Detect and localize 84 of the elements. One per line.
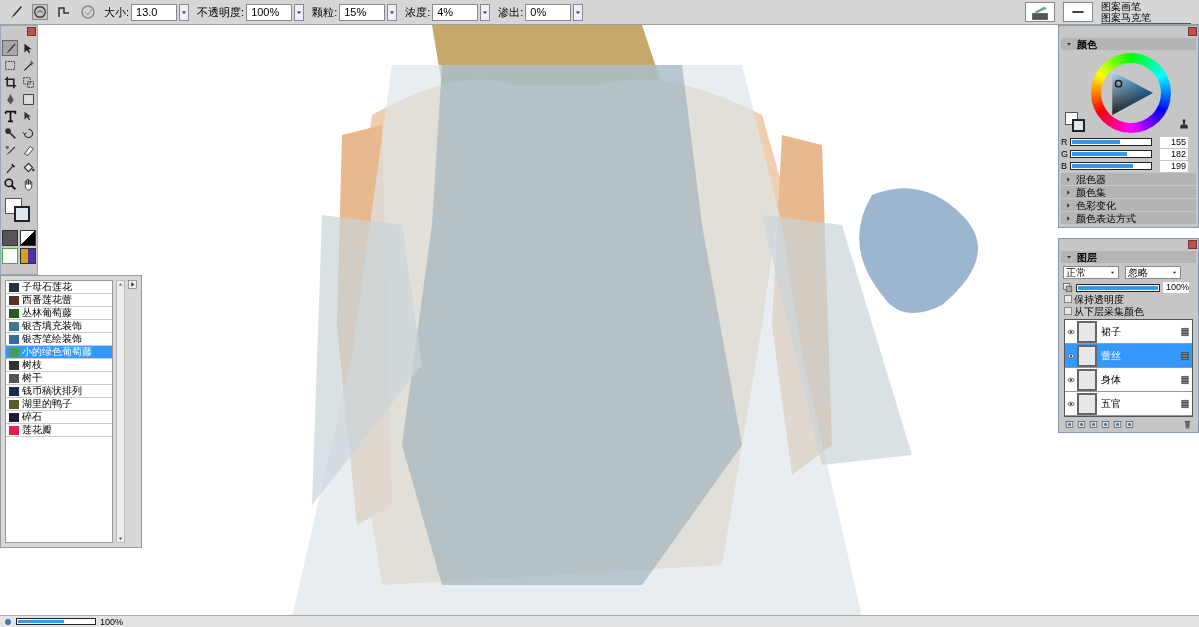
- layer-stack-icon[interactable]: [1180, 398, 1190, 409]
- layer-thumbnail: [1077, 344, 1097, 367]
- layer-stack-icon[interactable]: [1180, 326, 1190, 337]
- eye-icon[interactable]: [1067, 351, 1075, 360]
- checkbox[interactable]: [1064, 307, 1072, 315]
- color-slider[interactable]: [1070, 150, 1152, 158]
- brush-list-item[interactable]: 湖里的鸭子: [6, 398, 112, 411]
- layer-stack-icon[interactable]: [1180, 374, 1190, 385]
- field-label: 颗粒:: [312, 4, 338, 20]
- color-slider[interactable]: [1070, 162, 1152, 170]
- magnifier-icon[interactable]: [2, 176, 18, 192]
- brush-list-item[interactable]: 丛林葡萄藤: [6, 307, 112, 320]
- value-field[interactable]: 4%: [432, 3, 479, 21]
- brush-list-item[interactable]: 莲花瓣: [6, 424, 112, 437]
- crop-icon[interactable]: [2, 74, 18, 90]
- field-label: 大小:: [104, 4, 130, 20]
- gradient-icon[interactable]: [20, 230, 36, 246]
- brush-icon[interactable]: [2, 40, 18, 56]
- brush-list-item[interactable]: 钱币稿状排列: [6, 385, 112, 398]
- brush-list-item[interactable]: 树干: [6, 372, 112, 385]
- brush-list-item[interactable]: 树枝: [6, 359, 112, 372]
- collapsed-section[interactable]: 颜色集: [1061, 186, 1196, 198]
- zoom-slider[interactable]: [16, 618, 96, 625]
- layer-opacity-icon[interactable]: [1063, 282, 1073, 293]
- brush-category-icon[interactable]: [1025, 2, 1055, 22]
- field-label: 不透明度:: [197, 4, 245, 20]
- brush-list-item[interactable]: 银杏填充装饰: [6, 320, 112, 333]
- opacity-value: 100%: [1163, 282, 1189, 293]
- layer-row[interactable]: 身体: [1065, 368, 1192, 392]
- scrollbar[interactable]: [116, 280, 125, 543]
- channel-value: 199: [1160, 160, 1188, 172]
- checkbox[interactable]: [1064, 295, 1072, 303]
- channel-label: R: [1061, 137, 1068, 147]
- channel-label: G: [1061, 149, 1068, 159]
- scroll-down-icon[interactable]: [117, 535, 124, 542]
- checkbox-label: 保持透明度: [1074, 293, 1124, 305]
- eye-icon[interactable]: [1067, 327, 1075, 336]
- zoom-value: 100%: [100, 616, 124, 627]
- zoom-globe-icon[interactable]: [4, 617, 12, 626]
- dropdown[interactable]: 忽略: [1125, 266, 1181, 279]
- collapse-arrow-icon[interactable]: [1065, 253, 1073, 261]
- dropdown-arrow-icon[interactable]: [1171, 269, 1178, 276]
- color-swatches-icon[interactable]: [1065, 112, 1087, 134]
- trash-icon[interactable]: [1183, 420, 1192, 429]
- eye-icon[interactable]: [1067, 399, 1075, 408]
- stamp-icon[interactable]: [1178, 118, 1190, 130]
- value-field[interactable]: 100%: [246, 3, 293, 21]
- layer-thumbnail: [1077, 392, 1097, 415]
- color-slider[interactable]: [1070, 138, 1152, 146]
- layer-thumbnail: [1077, 368, 1097, 391]
- field-label: 渗出:: [498, 4, 524, 20]
- collapsed-section[interactable]: 颜色表达方式: [1061, 212, 1196, 224]
- layer-row[interactable]: 裙子: [1065, 320, 1192, 344]
- channel-value: 182: [1160, 148, 1188, 160]
- collapsed-section[interactable]: 混色器: [1061, 173, 1196, 185]
- layer-thumbnail: [1077, 320, 1097, 343]
- channel-label: B: [1061, 161, 1068, 171]
- eye-icon[interactable]: [1067, 375, 1075, 384]
- brush-category-name[interactable]: 图案画笔: [1101, 0, 1191, 12]
- panel-title[interactable]: 颜色: [1077, 36, 1097, 52]
- field-label: 浓度:: [405, 4, 431, 20]
- brush-variant-name[interactable]: 图案马克笔: [1101, 11, 1191, 23]
- brush-list-item[interactable]: 银杏笔绘装饰: [6, 333, 112, 346]
- collapse-arrow-icon[interactable]: [1065, 40, 1073, 48]
- panel-title[interactable]: 图层: [1077, 249, 1097, 265]
- freehand-stroke-icon[interactable]: [32, 4, 48, 20]
- value-field[interactable]: 13.0: [131, 3, 178, 21]
- channel-value: 155: [1160, 136, 1188, 148]
- layer-row[interactable]: 五官: [1065, 392, 1192, 416]
- brush-icon[interactable]: [8, 4, 24, 20]
- stroke-preview-icon[interactable]: [1063, 2, 1093, 22]
- value-field[interactable]: 15%: [339, 3, 386, 21]
- collapsed-section[interactable]: 色彩变化: [1061, 199, 1196, 211]
- rectangle-icon[interactable]: [20, 91, 36, 107]
- panel-menu-icon[interactable]: [128, 280, 137, 289]
- straight-line-icon[interactable]: [56, 4, 72, 20]
- text-icon[interactable]: [2, 108, 18, 124]
- dropdown[interactable]: 正常: [1063, 266, 1119, 279]
- dropdown-arrow-icon[interactable]: [1109, 269, 1116, 276]
- brush-list-item[interactable]: 子母石莲花: [6, 281, 112, 294]
- brush-list-item[interactable]: 碎石: [6, 411, 112, 424]
- value-field[interactable]: 0%: [525, 3, 572, 21]
- brush-list-item[interactable]: 西番莲花蕾: [6, 294, 112, 307]
- checkbox-label: 从下层采集颜色: [1074, 305, 1144, 317]
